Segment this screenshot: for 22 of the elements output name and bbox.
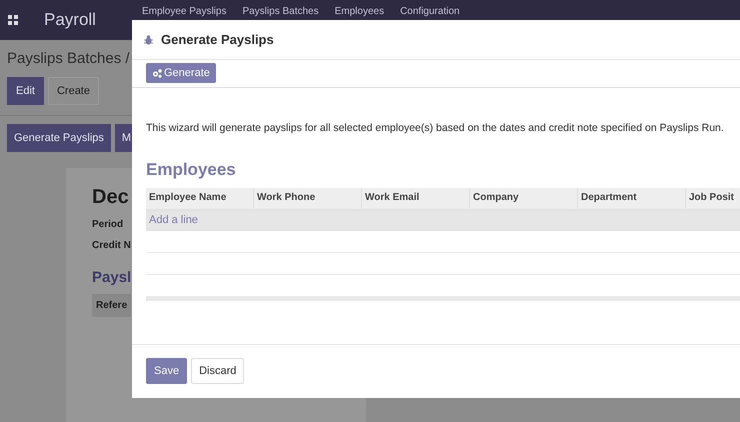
- menu-item[interactable]: Employee Payslips: [142, 6, 226, 17]
- bug-icon: [144, 34, 153, 44]
- menu-item[interactable]: Configuration: [400, 6, 460, 17]
- record-title: Dec: [92, 186, 129, 209]
- menu-item[interactable]: Employees: [334, 6, 384, 17]
- column-header: Refere: [92, 294, 132, 317]
- gears-icon: [152, 68, 162, 78]
- toolbar-button[interactable]: Edit: [7, 77, 44, 105]
- generate-button[interactable]: Generate: [146, 63, 216, 83]
- discard-button[interactable]: Discard: [191, 358, 244, 384]
- field-label: Period: [92, 219, 124, 230]
- menu-item[interactable]: Payslips Batches: [242, 6, 319, 17]
- field-label: Credit N: [92, 240, 131, 251]
- section-title: Employees: [146, 160, 237, 180]
- toolbar-button[interactable]: Create: [48, 77, 99, 105]
- section-title: Paysl: [92, 269, 132, 286]
- app-title: Payroll: [44, 10, 96, 30]
- save-button[interactable]: Save: [146, 358, 188, 384]
- dialog-title: Generate Payslips: [161, 32, 274, 47]
- action-button[interactable]: Generate Payslips: [7, 124, 111, 152]
- apps-icon[interactable]: [8, 15, 18, 25]
- description: This wizard will generate payslips for all selected employee(s) based on the dates and credit note specified on Payslips Run.: [146, 122, 725, 134]
